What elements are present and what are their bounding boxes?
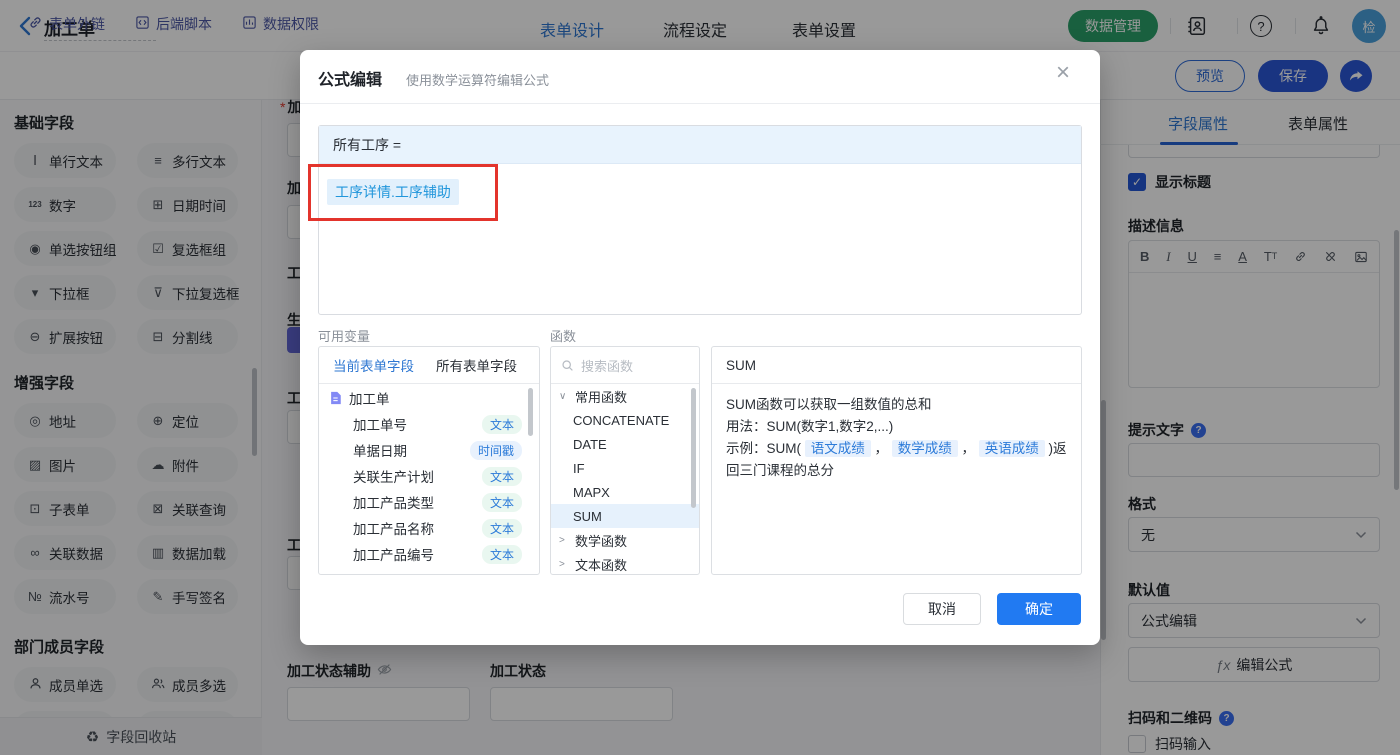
example-field-token[interactable]: 英语成绩 — [978, 440, 1045, 457]
modal-title: 公式编辑 — [318, 72, 383, 89]
modal-subtitle: 使用数学运算符编辑公式 — [406, 73, 550, 88]
app-screen: 加工单 表单设计 流程设定 表单设置 数据管理 ? 检 表单外链 后端脚本 数据权限 预… — [0, 0, 1400, 755]
variable-type-badge: 文本 — [481, 492, 522, 512]
variable-name: 单据日期 — [353, 444, 407, 459]
close-icon[interactable]: × — [1056, 61, 1070, 85]
cancel-button[interactable]: 取消 — [903, 593, 981, 625]
example-field-token[interactable]: 语文成绩 — [804, 440, 871, 457]
variable-row[interactable]: 加工产品类型 文本 — [319, 489, 539, 515]
tab-all-form-fields[interactable]: 所有表单字段 — [436, 355, 517, 375]
function-search[interactable]: 搜索函数 — [551, 347, 699, 384]
function-group-常用函数[interactable]: ∨ 常用函数 — [551, 384, 699, 408]
description-line: SUM函数可以获取一组数值的总和 — [726, 397, 932, 412]
variable-row[interactable]: 加工单号 文本 — [319, 411, 539, 437]
variable-name: 加工产品名称 — [353, 522, 434, 537]
function-description-panel: SUM SUM函数可以获取一组数值的总和 用法：SUM(数字1,数字2,...)… — [711, 346, 1082, 575]
variables-panel: 当前表单字段 所有表单字段 加工单 加工单号 文本 单据日期 时间戳 关联生产计划 文本 加工… — [318, 346, 540, 575]
functions-label: 函数 — [550, 329, 577, 344]
variable-type-badge: 文本 — [481, 518, 522, 538]
search-icon — [562, 359, 573, 371]
variable-name: 加工产品类型 — [353, 496, 434, 511]
variables-tabs: 当前表单字段 所有表单字段 — [319, 347, 539, 384]
variable-type-badge: 文本 — [481, 466, 522, 486]
variables-label: 可用变量 — [318, 329, 371, 344]
equals-sign: = — [392, 136, 402, 153]
variable-root-label: 加工单 — [349, 392, 390, 407]
functions-scrollbar[interactable] — [691, 388, 696, 508]
function-description: SUM函数可以获取一组数值的总和 用法：SUM(数字1,数字2,...) 示例：… — [712, 384, 1081, 492]
annotation-box — [308, 164, 498, 221]
function-item-MAPX[interactable]: MAPX — [551, 480, 699, 504]
variable-row[interactable]: 加工产品编号 文本 — [319, 541, 539, 567]
variable-name: 加工产品编号 — [353, 548, 434, 563]
variable-row[interactable]: 加工产品名称 文本 — [319, 515, 539, 541]
variables-scrollbar[interactable] — [528, 388, 533, 436]
example-field-token[interactable]: 数学成绩 — [891, 440, 958, 457]
function-group-数学函数[interactable]: > 数学函数 — [551, 528, 699, 552]
function-item-DATE[interactable]: DATE — [551, 432, 699, 456]
function-item-IF[interactable]: IF — [551, 456, 699, 480]
chevron-right-icon: > — [559, 558, 565, 570]
file-icon — [329, 391, 342, 405]
example-line: 示例：SUM( 语文成绩 ， 数学成绩 ， 英语成绩 )返回三门课程的总分 — [726, 440, 1067, 478]
function-item-CONCATENATE[interactable]: CONCATENATE — [551, 408, 699, 432]
function-name: SUM — [712, 347, 1081, 384]
chevron-right-icon: > — [559, 534, 565, 546]
variable-type-badge: 文本 — [481, 414, 522, 434]
modal-header-divider — [300, 103, 1100, 104]
variable-name: 加工单号 — [353, 418, 407, 433]
function-item-SUM[interactable]: SUM — [551, 504, 699, 528]
chevron-down-icon: ∨ — [559, 390, 567, 402]
variable-name: 关联生产计划 — [353, 470, 434, 485]
formula-target-bar: 所有工序 = — [319, 126, 1081, 164]
function-group-label: 数学函数 — [575, 533, 628, 549]
function-group-label: 文本函数 — [575, 557, 628, 573]
function-group-label: 常用函数 — [575, 389, 628, 405]
confirm-button[interactable]: 确定 — [997, 593, 1081, 625]
formula-target: 所有工序 — [333, 136, 389, 153]
variable-root-row[interactable]: 加工单 — [319, 385, 539, 411]
variable-row[interactable]: 关联生产计划 文本 — [319, 463, 539, 489]
function-group-文本函数[interactable]: > 文本函数 — [551, 552, 699, 574]
tab-current-form-fields[interactable]: 当前表单字段 — [333, 355, 414, 375]
variable-row[interactable]: 单据日期 时间戳 — [319, 437, 539, 463]
usage-line: 用法：SUM(数字1,数字2,...) — [726, 419, 894, 434]
functions-panel: 搜索函数 ∨ 常用函数 CONCATENATE DATE IF MAPX SUM > 数学函数 >… — [550, 346, 700, 575]
variable-type-badge: 时间戳 — [469, 440, 522, 460]
variable-type-badge: 文本 — [481, 544, 522, 564]
search-placeholder: 搜索函数 — [581, 358, 634, 374]
